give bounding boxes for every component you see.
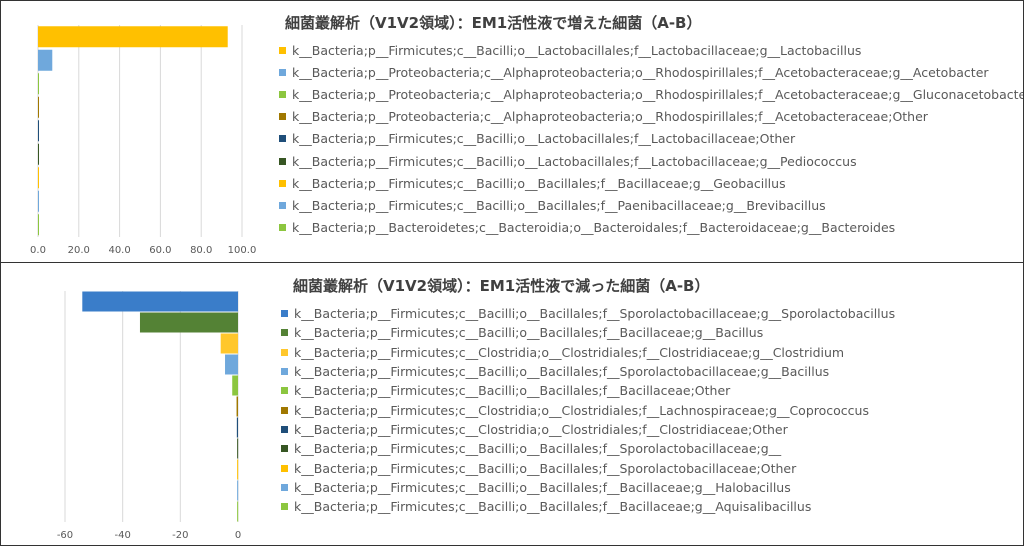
legend-item: k__Bacteria;p__Firmicutes;c__Bacilli;o__… — [281, 478, 895, 497]
legend-label: k__Bacteria;p__Firmicutes;c__Bacilli;o__… — [294, 306, 896, 322]
x-tick-label: 60.0 — [149, 245, 171, 256]
legend-item: k__Bacteria;p__Firmicutes;c__Clostridia;… — [281, 343, 895, 362]
legend-swatch — [281, 310, 288, 318]
bar — [38, 96, 39, 118]
chart-title-increased: 細菌叢解析（V1V2領域）：EM1活性液で増えた細菌（A-B） — [285, 14, 702, 32]
legend-swatch — [281, 329, 288, 337]
legend-item: k__Bacteria;p__Firmicutes;c__Clostridia;… — [281, 400, 895, 419]
legend-swatch — [281, 445, 288, 453]
legend-label: k__Bacteria;p__Firmicutes;c__Bacilli;o__… — [294, 325, 764, 341]
x-tick-label: -40 — [114, 530, 130, 541]
bar — [38, 73, 39, 95]
bar — [236, 417, 238, 438]
bar — [237, 480, 239, 501]
legend-label: k__Bacteria;p__Firmicutes;c__Bacilli;o__… — [292, 153, 857, 169]
legend-label: k__Bacteria;p__Firmicutes;c__Bacilli;o__… — [292, 42, 862, 58]
legend-increased: k__Bacteria;p__Firmicutes;c__Bacilli;o__… — [279, 39, 1024, 239]
x-tick-label: -60 — [57, 530, 73, 541]
legend-item: k__Bacteria;p__Proteobacteria;c__Alphapr… — [279, 83, 1024, 105]
legend-label: k__Bacteria;p__Firmicutes;c__Clostridia;… — [294, 344, 845, 360]
legend-label: k__Bacteria;p__Proteobacteria;c__Alphapr… — [292, 109, 928, 125]
bar-chart-decreased: -60 -40 -20 0 — [57, 291, 241, 541]
legend-item: k__Bacteria;p__Firmicutes;c__Bacilli;o__… — [281, 323, 895, 342]
legend-label: k__Bacteria;p__Firmicutes;c__Clostridia;… — [294, 402, 869, 418]
bar — [38, 167, 39, 189]
legend-item: k__Bacteria;p__Proteobacteria;c__Alphapr… — [279, 61, 1023, 83]
bar — [38, 49, 53, 71]
legend-swatch — [279, 157, 286, 165]
legend-item: k__Bacteria;p__Firmicutes;c__Bacilli;o__… — [281, 362, 895, 381]
legend-swatch — [281, 464, 288, 472]
legend-swatch — [279, 135, 286, 143]
bar — [38, 214, 39, 236]
legend-label: k__Bacteria;p__Firmicutes;c__Bacilli;o__… — [294, 383, 731, 399]
bar — [236, 396, 238, 417]
legend-item: k__Bacteria;p__Bacteroidetes;c__Bacteroi… — [279, 217, 1023, 239]
bar — [82, 291, 238, 312]
bar — [38, 143, 39, 165]
legend-item: k__Bacteria;p__Firmicutes;c__Bacilli;o__… — [281, 458, 895, 477]
legend-swatch — [279, 179, 286, 187]
legend-item: k__Bacteria;p__Proteobacteria;c__Alphapr… — [279, 106, 1023, 128]
legend-label: k__Bacteria;p__Firmicutes;c__Clostridia;… — [294, 421, 788, 437]
legend-swatch — [279, 201, 286, 209]
legend-item: k__Bacteria;p__Firmicutes;c__Clostridia;… — [281, 420, 895, 439]
x-tick-label: 40.0 — [108, 245, 130, 256]
legend-swatch — [281, 503, 288, 511]
legend-swatch — [279, 113, 286, 121]
legend-decreased: k__Bacteria;p__Firmicutes;c__Bacilli;o__… — [281, 304, 895, 516]
legend-swatch — [281, 348, 288, 356]
bar — [237, 501, 239, 522]
x-tick-label: -20 — [172, 530, 188, 541]
bar — [220, 333, 238, 354]
x-tick-label: 0 — [235, 530, 241, 541]
legend-label: k__Bacteria;p__Firmicutes;c__Bacilli;o__… — [292, 131, 796, 147]
legend-label: k__Bacteria;p__Firmicutes;c__Bacilli;o__… — [294, 499, 812, 515]
legend-item: k__Bacteria;p__Firmicutes;c__Bacilli;o__… — [281, 497, 895, 516]
bar — [139, 312, 238, 333]
legend-swatch — [279, 90, 286, 98]
legend-label: k__Bacteria;p__Firmicutes;c__Bacilli;o__… — [294, 441, 782, 457]
legend-item: k__Bacteria;p__Firmicutes;c__Bacilli;o__… — [279, 39, 1023, 61]
x-tick-label: 0.0 — [30, 245, 46, 256]
legend-swatch — [279, 68, 286, 76]
bar — [237, 438, 239, 459]
chart-panel-increased: 0.0 20.0 40.0 60.0 80.0 100.0 細菌叢解析（V1V2領域）：E… — [0, 0, 1024, 264]
legend-label: k__Bacteria;p__Firmicutes;c__Bacilli;o__… — [294, 479, 791, 495]
legend-item: k__Bacteria;p__Firmicutes;c__Bacilli;o__… — [281, 439, 895, 458]
legend-label: k__Bacteria;p__Firmicutes;c__Bacilli;o__… — [294, 364, 830, 380]
chart-title-decreased: 細菌叢解析（V1V2領域）：EM1活性液で減った細菌（A-B） — [293, 277, 710, 295]
legend-swatch — [279, 46, 286, 54]
bar — [237, 459, 239, 480]
x-tick-label: 20.0 — [68, 245, 90, 256]
legend-item: k__Bacteria;p__Firmicutes;c__Bacilli;o__… — [279, 128, 1023, 150]
legend-swatch — [281, 406, 288, 414]
legend-swatch — [281, 387, 288, 395]
legend-label: k__Bacteria;p__Firmicutes;c__Bacilli;o__… — [292, 197, 826, 213]
legend-label: k__Bacteria;p__Proteobacteria;c__Alphapr… — [292, 64, 989, 80]
bar-chart-increased: 0.0 20.0 40.0 60.0 80.0 100.0 — [30, 25, 257, 256]
legend-item: k__Bacteria;p__Firmicutes;c__Bacilli;o__… — [279, 194, 1023, 216]
bar — [38, 120, 39, 142]
legend-swatch — [281, 425, 288, 433]
bar — [225, 354, 238, 375]
legend-item: k__Bacteria;p__Firmicutes;c__Bacilli;o__… — [281, 304, 895, 323]
bar — [38, 26, 228, 48]
x-tick-label: 80.0 — [190, 245, 212, 256]
legend-label: k__Bacteria;p__Bacteroidetes;c__Bacteroi… — [292, 220, 896, 236]
legend-swatch — [281, 483, 288, 491]
chart-panel-decreased: -60 -40 -20 0 細菌叢解析（V1V2領域）：EM1活性液で減った細菌（A-… — [0, 262, 1024, 546]
bar — [232, 375, 238, 396]
legend-item: k__Bacteria;p__Firmicutes;c__Bacilli;o__… — [279, 172, 1023, 194]
x-tick-label: 100.0 — [228, 245, 257, 256]
legend-label: k__Bacteria;p__Firmicutes;c__Bacilli;o__… — [294, 460, 797, 476]
legend-item: k__Bacteria;p__Firmicutes;c__Bacilli;o__… — [279, 150, 1023, 172]
bar — [38, 190, 39, 212]
legend-swatch — [279, 224, 286, 232]
legend-item: k__Bacteria;p__Firmicutes;c__Bacilli;o__… — [281, 381, 895, 400]
legend-label: k__Bacteria;p__Firmicutes;c__Bacilli;o__… — [292, 175, 786, 191]
legend-swatch — [281, 368, 288, 376]
legend-label: k__Bacteria;p__Proteobacteria;c__Alphapr… — [292, 86, 1024, 102]
